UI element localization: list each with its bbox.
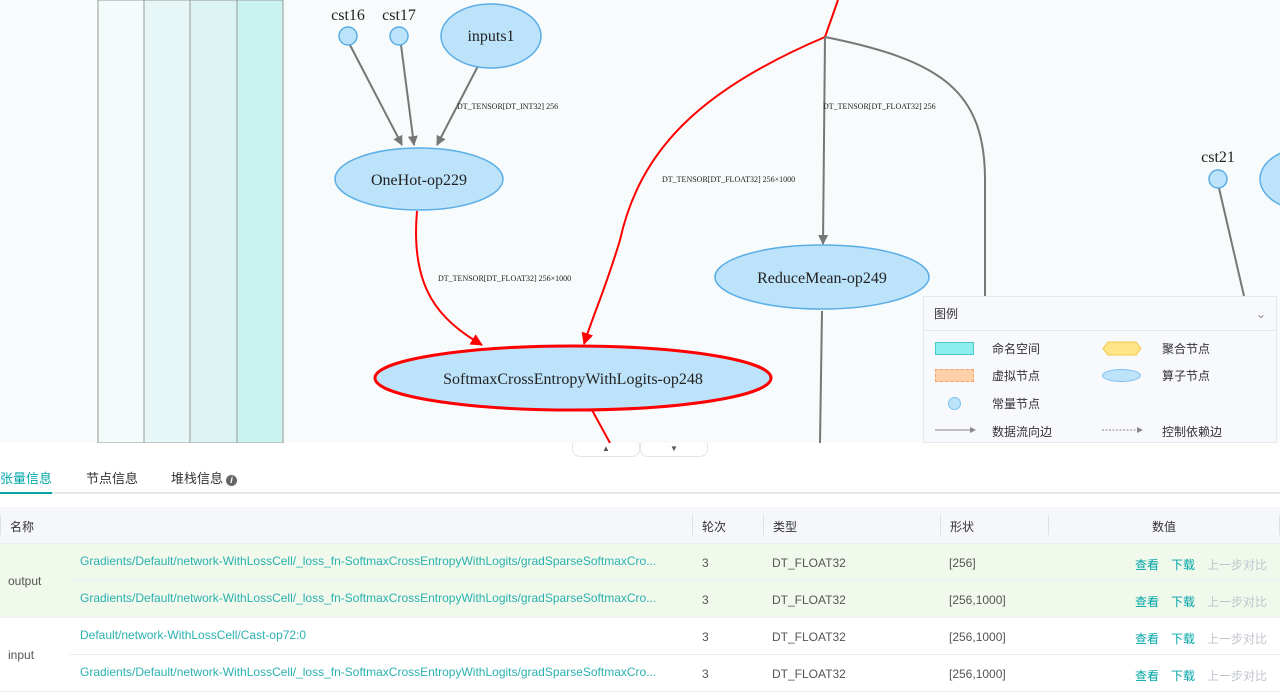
- legend-dataflow: 数据流向边: [992, 425, 1053, 439]
- svg-text:cst16: cst16: [331, 7, 365, 24]
- legend-namespace: 命名空间: [992, 342, 1041, 356]
- graph-canvas[interactable]: DT_TENSOR[DT_INT32] 256 DT_TENSOR[DT_FLO…: [0, 0, 1280, 443]
- step-cell: 3: [702, 593, 709, 607]
- legend-control: 控制依赖边: [1162, 425, 1223, 439]
- type-cell: DT_FLOAT32: [772, 667, 846, 681]
- control-arrow-icon: [1102, 427, 1143, 433]
- collapse-up-button[interactable]: ▲: [572, 443, 640, 457]
- edge-incoming-red[interactable]: [824, 0, 839, 38]
- col-step: 轮次: [702, 520, 727, 534]
- compare-link[interactable]: 上一步对比: [1207, 630, 1267, 647]
- group-label: input: [8, 648, 35, 662]
- svg-text:ReduceMean-op249: ReduceMean-op249: [757, 270, 887, 287]
- tensor-name-link[interactable]: Gradients/Default/network-WithLossCell/_…: [80, 554, 680, 568]
- view-link[interactable]: 查看: [1135, 556, 1159, 573]
- dataflow-arrow-icon: [935, 427, 976, 433]
- table-row[interactable]: Gradients/Default/network-WithLossCell/_…: [70, 655, 1280, 692]
- view-link[interactable]: 查看: [1135, 630, 1159, 647]
- download-link[interactable]: 下载: [1171, 593, 1195, 610]
- compare-link[interactable]: 上一步对比: [1207, 556, 1267, 573]
- download-link[interactable]: 下载: [1171, 556, 1195, 573]
- row-group-output: output Gradients/Default/network-WithLoss…: [0, 544, 1280, 618]
- tab-stack-info[interactable]: 堆栈信息 i: [171, 468, 238, 494]
- edge-label: DT_TENSOR[DT_FLOAT32] 256×1000: [662, 175, 795, 184]
- legend-aggregate: 聚合节点: [1162, 342, 1211, 356]
- edge-label: DT_TENSOR[DT_FLOAT32] 256×1000: [438, 274, 571, 283]
- const-swatch: [948, 397, 961, 410]
- view-link[interactable]: 查看: [1135, 593, 1159, 610]
- legend-header[interactable]: 图例 ⌄: [924, 297, 1276, 331]
- tensor-name-link[interactable]: Default/network-WithLossCell/Cast-op72:0: [80, 628, 680, 642]
- shape-cell: [256,1000]: [949, 593, 1006, 607]
- step-cell: 3: [702, 556, 709, 570]
- panel-toggle: ▲ ▼: [572, 443, 708, 457]
- node-cst16[interactable]: cst16: [331, 7, 365, 46]
- edge-softmax-out[interactable]: [591, 409, 611, 443]
- chevron-down-icon[interactable]: ⌄: [1256, 297, 1266, 331]
- step-cell: 3: [702, 630, 709, 644]
- edge-cst16-onehot[interactable]: [349, 44, 403, 146]
- svg-text:cst17: cst17: [382, 7, 416, 24]
- aggregate-swatch: [1102, 341, 1142, 356]
- node-reducemean[interactable]: ReduceMean-op249: [714, 244, 930, 310]
- edge-to-reducemean[interactable]: [818, 36, 829, 245]
- col-name: 名称: [10, 520, 35, 534]
- svg-text:OneHot-op229: OneHot-op229: [371, 172, 467, 189]
- legend-const: 常量节点: [992, 397, 1041, 411]
- col-value: 数值: [1152, 520, 1177, 534]
- shape-cell: [256,1000]: [949, 630, 1006, 644]
- detail-tabs: 张量信息 节点信息 堆栈信息 i: [0, 458, 1280, 494]
- edge-cst21-out[interactable]: [1218, 187, 1245, 297]
- node-cst17[interactable]: cst17: [382, 7, 416, 46]
- edge-label: DT_TENSOR[DT_FLOAT32] 256: [823, 102, 936, 111]
- node-partial-right[interactable]: [1259, 147, 1280, 211]
- info-icon[interactable]: i: [226, 475, 238, 486]
- table-header: 名称 轮次 类型 形状 数值: [0, 507, 1280, 544]
- svg-text:cst21: cst21: [1201, 149, 1235, 166]
- view-link[interactable]: 查看: [1135, 667, 1159, 684]
- download-link[interactable]: 下载: [1171, 667, 1195, 684]
- node-inputs1[interactable]: inputs1: [440, 3, 542, 69]
- compare-link[interactable]: 上一步对比: [1207, 593, 1267, 610]
- expand-down-button[interactable]: ▼: [640, 443, 708, 457]
- tab-tensor-info[interactable]: 张量信息: [0, 468, 53, 494]
- node-cst21[interactable]: cst21: [1201, 149, 1235, 189]
- col-shape: 形状: [950, 520, 975, 534]
- tensor-name-link[interactable]: Gradients/Default/network-WithLossCell/_…: [80, 665, 680, 679]
- step-cell: 3: [702, 667, 709, 681]
- svg-text:SoftmaxCrossEntropyWithLogits-: SoftmaxCrossEntropyWithLogits-op248: [443, 371, 703, 388]
- row-group-input: input Default/network-WithLossCell/Cast-o…: [0, 618, 1280, 692]
- type-cell: DT_FLOAT32: [772, 556, 846, 570]
- edge-label: DT_TENSOR[DT_INT32] 256: [457, 102, 558, 111]
- legend-virtual: 虚拟节点: [992, 369, 1041, 383]
- table-row[interactable]: Gradients/Default/network-WithLossCell/_…: [70, 581, 1280, 618]
- col-type: 类型: [773, 520, 798, 534]
- legend-panel: 图例 ⌄ 命名空间 聚合节点 虚拟节点 算子节点 常量节点 数据流向边 控制依赖边: [923, 296, 1277, 443]
- edge-cst17-onehot[interactable]: [400, 44, 418, 146]
- node-softmax-selected[interactable]: SoftmaxCrossEntropyWithLogits-op248: [373, 344, 773, 412]
- shape-cell: [256,1000]: [949, 667, 1006, 681]
- type-cell: DT_FLOAT32: [772, 593, 846, 607]
- table-row[interactable]: Default/network-WithLossCell/Cast-op72:0…: [70, 618, 1280, 655]
- compare-link[interactable]: 上一步对比: [1207, 667, 1267, 684]
- tab-label: 堆栈信息: [171, 471, 224, 486]
- edge-reducemean-out[interactable]: [819, 310, 823, 443]
- download-link[interactable]: 下载: [1171, 630, 1195, 647]
- table-row[interactable]: Gradients/Default/network-WithLossCell/_…: [70, 544, 1280, 581]
- node-onehot[interactable]: OneHot-op229: [334, 147, 504, 211]
- virtual-swatch: [935, 369, 974, 382]
- namespace-columns: [97, 0, 284, 443]
- operator-swatch: [1102, 369, 1141, 382]
- legend-operator: 算子节点: [1162, 369, 1211, 383]
- tab-node-info[interactable]: 节点信息: [86, 468, 138, 494]
- shape-cell: [256]: [949, 556, 976, 570]
- tensor-name-link[interactable]: Gradients/Default/network-WithLossCell/_…: [80, 591, 680, 605]
- svg-text:inputs1: inputs1: [467, 28, 514, 45]
- type-cell: DT_FLOAT32: [772, 630, 846, 644]
- namespace-swatch: [935, 342, 974, 355]
- legend-title: 图例: [934, 307, 959, 321]
- group-label: output: [8, 574, 42, 588]
